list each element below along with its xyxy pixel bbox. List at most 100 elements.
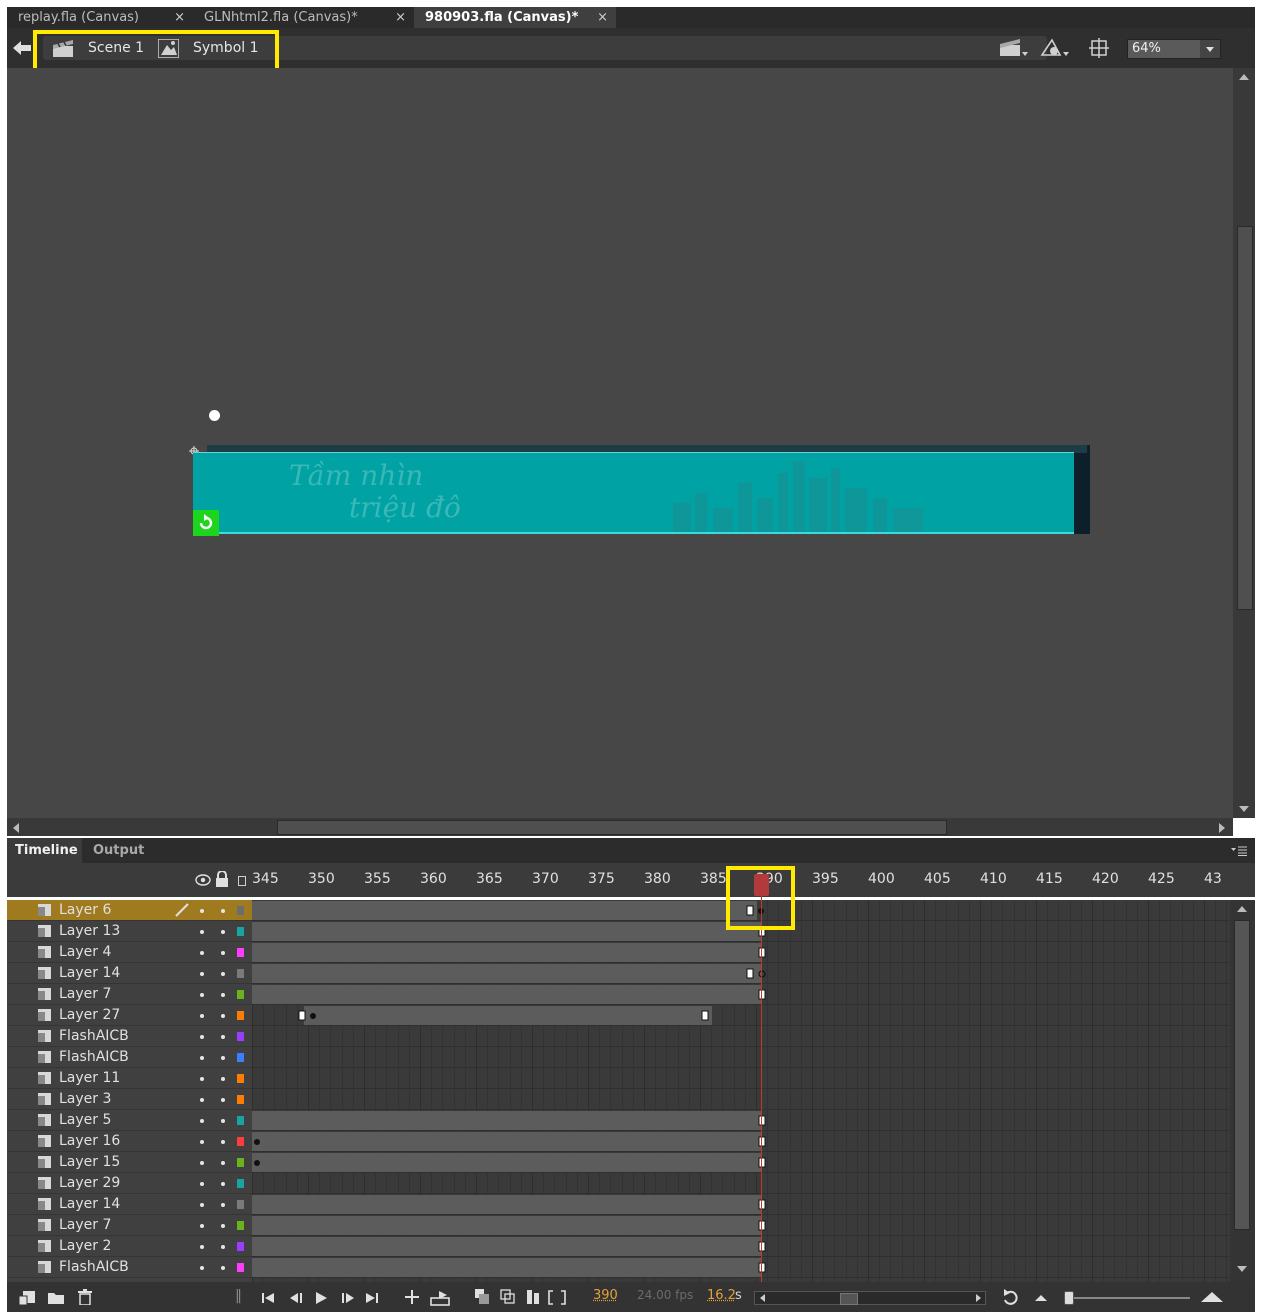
visibility-dot[interactable] [200, 1077, 204, 1081]
lock-dot[interactable] [221, 993, 225, 997]
layer-color-swatch[interactable] [237, 990, 244, 999]
visibility-dot[interactable] [200, 1245, 204, 1249]
layer-color-swatch[interactable] [237, 927, 244, 936]
layer-name[interactable]: Layer 5 [59, 1112, 111, 1128]
sync-icon[interactable] [1001, 1288, 1021, 1306]
lock-icon[interactable] [215, 871, 229, 887]
visibility-dot[interactable] [200, 1119, 204, 1123]
layer-row[interactable]: Layer 7 [7, 984, 252, 1005]
edit-symbols-icon[interactable] [1040, 38, 1070, 58]
layer-row[interactable]: Layer 14 [7, 963, 252, 984]
visibility-dot[interactable] [200, 1098, 204, 1102]
visibility-dot[interactable] [200, 972, 204, 976]
visibility-dot[interactable] [200, 993, 204, 997]
frame-size-slider[interactable] [1064, 1291, 1190, 1305]
outline-icon[interactable] [238, 876, 246, 886]
scroll-up-icon[interactable] [1239, 72, 1249, 80]
layer-name[interactable]: Layer 4 [59, 944, 111, 960]
tab-glnhtml2[interactable]: GLNhtml2.fla (Canvas)* × [193, 7, 414, 28]
layer-row[interactable]: Layer 14 [7, 1194, 252, 1215]
lock-dot[interactable] [221, 1140, 225, 1144]
edit-scene-icon[interactable] [1000, 39, 1028, 57]
frame-span[interactable] [252, 985, 762, 1004]
layer-color-swatch[interactable] [237, 1032, 244, 1041]
new-folder-icon[interactable] [48, 1291, 64, 1304]
layer-name[interactable]: FlashAICB [59, 1028, 129, 1044]
visibility-dot[interactable] [200, 1140, 204, 1144]
lock-dot[interactable] [221, 1035, 225, 1039]
layer-row[interactable]: Layer 27 [7, 1005, 252, 1026]
visibility-dot[interactable] [200, 1182, 204, 1186]
lock-dot[interactable] [221, 1182, 225, 1186]
replay-button[interactable] [193, 510, 219, 536]
goto-first-frame-icon[interactable] [262, 1293, 274, 1303]
visibility-dot[interactable] [200, 1224, 204, 1228]
loop-icon[interactable] [430, 1291, 450, 1306]
new-layer-icon[interactable] [19, 1291, 35, 1305]
onion-skin-icon[interactable] [475, 1289, 489, 1304]
layer-name[interactable]: Layer 29 [59, 1175, 120, 1191]
scroll-thumb[interactable] [277, 820, 947, 835]
layer-row[interactable]: Layer 7 [7, 1215, 252, 1236]
scroll-left-icon[interactable] [11, 823, 19, 833]
lock-dot[interactable] [221, 1245, 225, 1249]
close-tab-icon[interactable]: × [395, 7, 406, 28]
step-back-icon[interactable] [290, 1293, 302, 1303]
layer-color-swatch[interactable] [237, 948, 244, 957]
visibility-dot[interactable] [200, 1203, 204, 1207]
elapsed-time-value[interactable]: 16.2 [707, 1288, 736, 1303]
zoom-dropdown-button[interactable] [1200, 40, 1220, 58]
lock-dot[interactable] [221, 909, 225, 913]
frame-span[interactable] [252, 1237, 762, 1256]
layer-row[interactable]: Layer 6 [7, 900, 252, 921]
tab-980903[interactable]: 980903.fla (Canvas)* × [414, 7, 616, 28]
scroll-left-icon[interactable] [759, 1294, 765, 1302]
close-tab-icon[interactable]: × [597, 7, 608, 28]
lock-dot[interactable] [221, 1266, 225, 1270]
layer-color-swatch[interactable] [237, 1242, 244, 1251]
lock-dot[interactable] [221, 1203, 225, 1207]
visibility-dot[interactable] [200, 1266, 204, 1270]
slider-thumb[interactable] [1064, 1291, 1074, 1305]
lock-dot[interactable] [221, 1098, 225, 1102]
lock-dot[interactable] [221, 1224, 225, 1228]
visibility-dot[interactable] [200, 930, 204, 934]
layer-row[interactable]: Layer 29 [7, 1173, 252, 1194]
layer-name[interactable]: Layer 13 [59, 923, 120, 939]
panel-divider-grip[interactable]: ‖ [235, 1288, 242, 1304]
layer-row[interactable]: Layer 15 [7, 1152, 252, 1173]
stage-horizontal-scrollbar[interactable] [7, 818, 1233, 836]
layer-color-swatch[interactable] [237, 906, 244, 915]
frame-span[interactable] [252, 964, 762, 983]
tab-timeline[interactable]: Timeline [7, 838, 82, 863]
timeline-horizontal-scrollbar[interactable] [754, 1291, 986, 1305]
scroll-right-icon[interactable] [1219, 823, 1227, 833]
lock-dot[interactable] [221, 1077, 225, 1081]
layer-name[interactable]: Layer 14 [59, 1196, 120, 1212]
edit-multiple-frames-icon[interactable] [527, 1290, 539, 1304]
layer-row[interactable]: FlashAICB [7, 1257, 252, 1278]
lock-dot[interactable] [221, 1119, 225, 1123]
layer-name[interactable]: Layer 27 [59, 1007, 120, 1023]
frame-span[interactable] [252, 1216, 762, 1235]
layer-name[interactable]: Layer 16 [59, 1133, 120, 1149]
frame-ruler[interactable]: 345 350 355 360 365 370 375 380 385 390 395 400 405 4… [7, 863, 1255, 897]
eye-icon[interactable] [195, 874, 211, 886]
keyframe[interactable] [701, 1010, 709, 1021]
keyframe[interactable] [746, 968, 754, 979]
zoom-select[interactable]: 64% [1127, 39, 1221, 59]
layer-name[interactable]: FlashAICB [59, 1049, 129, 1065]
step-forward-icon[interactable] [342, 1293, 354, 1303]
layer-row[interactable]: Layer 11 [7, 1068, 252, 1089]
layer-color-swatch[interactable] [237, 1116, 244, 1125]
frame-span[interactable] [252, 1258, 762, 1277]
scroll-right-icon[interactable] [976, 1294, 982, 1302]
layer-row[interactable]: Layer 3 [7, 1089, 252, 1110]
scroll-thumb[interactable] [1234, 920, 1250, 1230]
tab-replay[interactable]: replay.fla (Canvas) × [7, 7, 193, 28]
layer-color-swatch[interactable] [237, 1221, 244, 1230]
layer-row[interactable]: FlashAICB [7, 1026, 252, 1047]
center-frame-icon[interactable] [405, 1290, 419, 1304]
keyframe[interactable] [298, 1010, 306, 1021]
play-icon[interactable] [316, 1292, 327, 1304]
